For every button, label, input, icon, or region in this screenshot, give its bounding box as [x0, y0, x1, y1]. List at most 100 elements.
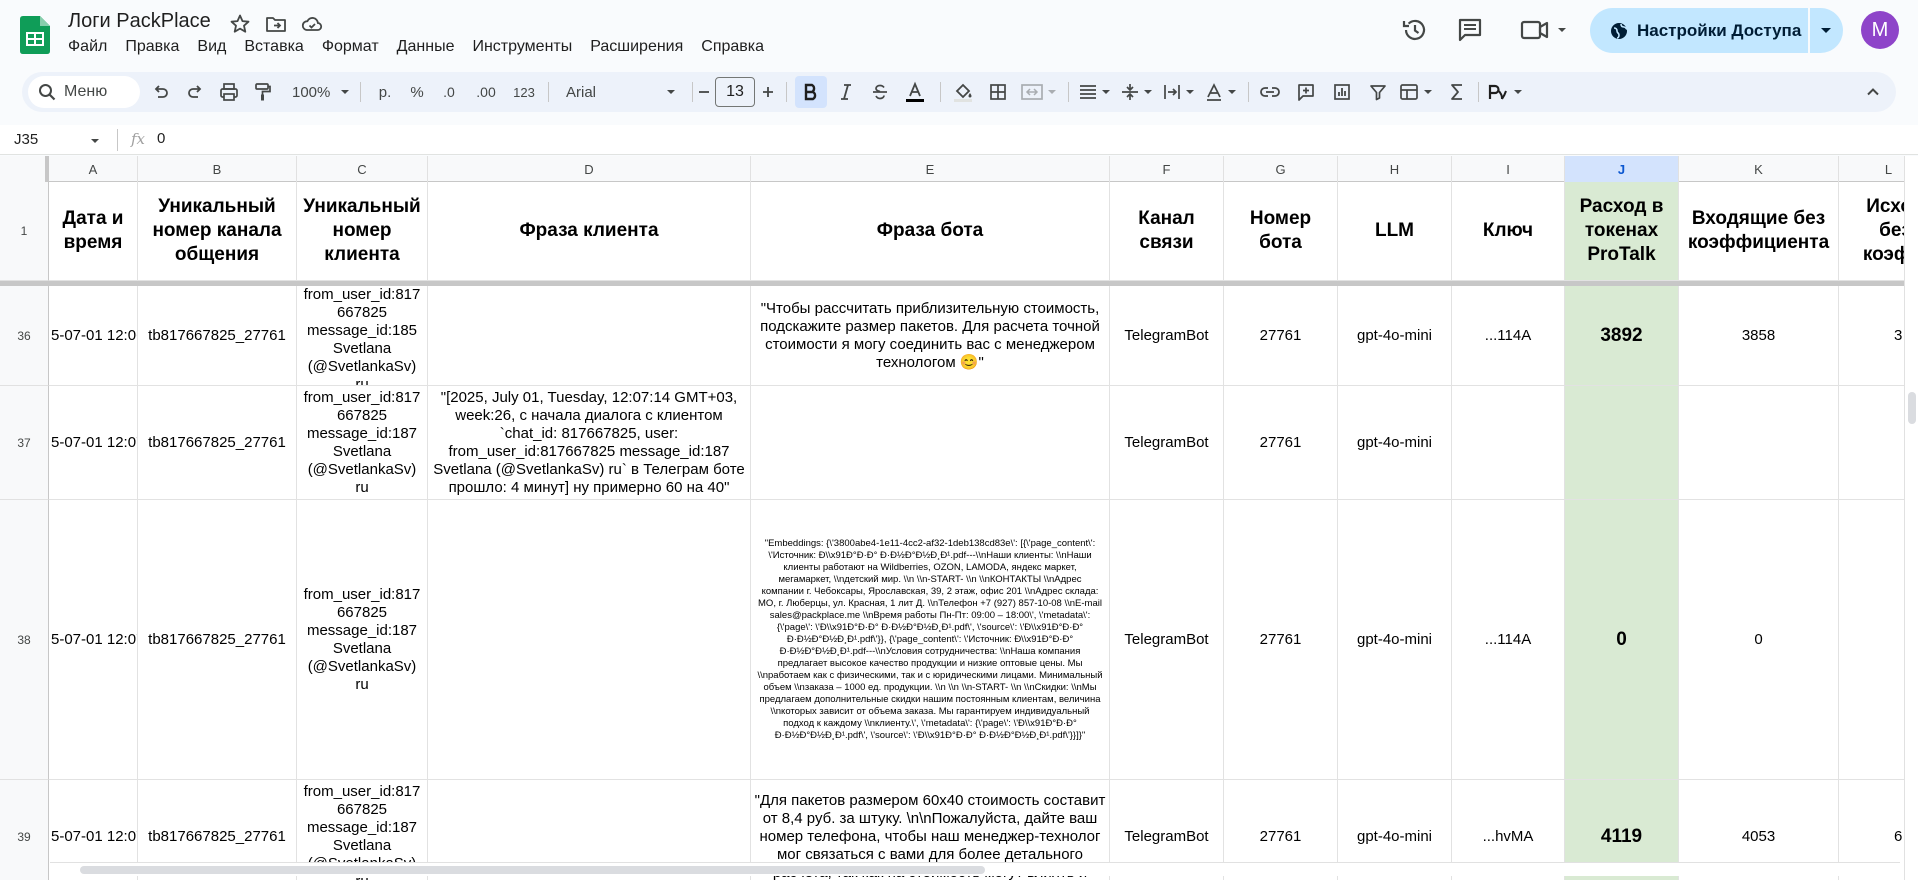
- vertical-scroll-thumb[interactable]: [1908, 392, 1916, 424]
- avatar[interactable]: M: [1861, 11, 1899, 49]
- insert-comment-icon[interactable]: [1290, 76, 1322, 108]
- table-cell[interactable]: tb817667825_27761: [138, 286, 297, 386]
- column-header-a[interactable]: A: [49, 156, 138, 182]
- zoom-select[interactable]: 100%: [286, 76, 352, 108]
- menu-view[interactable]: Вид: [188, 37, 235, 57]
- table-cell[interactable]: from_user_id:817667825 message_id:187 Sv…: [297, 500, 428, 780]
- menu-insert[interactable]: Вставка: [235, 37, 312, 57]
- functions-icon[interactable]: [1442, 76, 1472, 108]
- comments-icon[interactable]: [1455, 15, 1485, 45]
- filter-icon[interactable]: [1362, 76, 1394, 108]
- header-cell-client-phrase[interactable]: Фраза клиента: [428, 182, 751, 281]
- header-cell-bot-phrase[interactable]: Фраза бота: [751, 182, 1110, 281]
- undo-icon[interactable]: [146, 76, 176, 108]
- menu-file[interactable]: Файл: [60, 37, 116, 57]
- share-main[interactable]: Настройки Доступа: [1590, 8, 1808, 53]
- share-dropdown-icon[interactable]: [1818, 22, 1834, 43]
- text-wrapping-icon[interactable]: [1160, 76, 1200, 108]
- table-cell[interactable]: tb817667825_27761: [138, 500, 297, 780]
- spreadsheet-grid[interactable]: A B C D E F G H I J K L 1 Дата и время У…: [0, 156, 1918, 880]
- table-cell[interactable]: gpt-4o-mini: [1338, 386, 1452, 500]
- table-cell[interactable]: gpt-4o-mini: [1338, 286, 1452, 386]
- decrease-decimal-button[interactable]: .0: [432, 76, 466, 108]
- chevron-down-icon[interactable]: [90, 136, 100, 146]
- strikethrough-icon[interactable]: [864, 76, 896, 108]
- table-cell[interactable]: "[2025, July 01, Tuesday, 12:07:14 GMT+0…: [428, 386, 751, 500]
- table-cell[interactable]: [428, 286, 751, 386]
- redo-icon[interactable]: [180, 76, 210, 108]
- row-header[interactable]: 38: [0, 500, 49, 780]
- table-cell[interactable]: 3858: [1679, 286, 1839, 386]
- row-header[interactable]: 39: [0, 780, 49, 880]
- print-icon[interactable]: [214, 76, 244, 108]
- header-cell-channel[interactable]: Канал связи: [1110, 182, 1224, 281]
- row-header[interactable]: 36: [0, 286, 49, 386]
- vertical-scrollbar[interactable]: [1904, 156, 1918, 880]
- table-cell[interactable]: [1452, 386, 1565, 500]
- column-header-g[interactable]: G: [1224, 156, 1338, 182]
- fill-color-icon[interactable]: [946, 76, 980, 108]
- column-header-b[interactable]: B: [138, 156, 297, 182]
- menu-format[interactable]: Формат: [313, 37, 388, 57]
- header-cell-client-id[interactable]: Уникальный номер клиента: [297, 182, 428, 281]
- column-header-k[interactable]: K: [1679, 156, 1839, 182]
- menu-extensions[interactable]: Расширения: [581, 37, 692, 57]
- input-tools-icon[interactable]: [1484, 76, 1532, 108]
- table-cell[interactable]: from_user_id:817667825 message_id:185 Sv…: [297, 286, 428, 386]
- column-header-i[interactable]: I: [1452, 156, 1565, 182]
- table-cell[interactable]: gpt-4o-mini: [1338, 500, 1452, 780]
- font-size-input[interactable]: 13: [715, 77, 755, 107]
- column-header-e[interactable]: E: [751, 156, 1110, 182]
- number-format-button[interactable]: 123: [506, 76, 542, 108]
- table-cell[interactable]: 5-07-01 12:07: [49, 386, 138, 500]
- move-folder-icon[interactable]: [264, 12, 288, 36]
- meet-video-icon[interactable]: [1518, 14, 1574, 46]
- menu-edit[interactable]: Правка: [116, 37, 188, 57]
- table-cell[interactable]: TelegramBot: [1110, 500, 1224, 780]
- table-cell[interactable]: "Чтобы рассчитать приблизительную стоимо…: [751, 286, 1110, 386]
- table-cell[interactable]: 5-07-01 12:07: [49, 500, 138, 780]
- horizontal-align-icon[interactable]: [1076, 76, 1116, 108]
- header-cell-incoming[interactable]: Входящие без коэффициента: [1679, 182, 1839, 281]
- header-cell-channel-id[interactable]: Уникальный номер канала общения: [138, 182, 297, 281]
- table-cell[interactable]: [751, 386, 1110, 500]
- collapse-toolbar-icon[interactable]: [1858, 76, 1888, 108]
- font-size-decrease-icon[interactable]: [694, 76, 714, 108]
- borders-icon[interactable]: [982, 76, 1014, 108]
- menu-help[interactable]: Справка: [692, 37, 773, 57]
- header-cell-tokens[interactable]: Расход в токенах ProTalk: [1565, 182, 1679, 281]
- version-history-icon[interactable]: [1400, 15, 1430, 45]
- column-header-c[interactable]: C: [297, 156, 428, 182]
- font-family-select[interactable]: Arial: [556, 76, 686, 108]
- horizontal-scroll-thumb[interactable]: [80, 866, 985, 874]
- table-cell[interactable]: [428, 500, 751, 780]
- bold-button[interactable]: [795, 76, 827, 108]
- column-header-f[interactable]: F: [1110, 156, 1224, 182]
- insert-chart-icon[interactable]: [1326, 76, 1358, 108]
- menu-tools[interactable]: Инструменты: [463, 37, 581, 57]
- text-color-icon[interactable]: [898, 76, 932, 108]
- star-icon[interactable]: [228, 12, 252, 36]
- italic-icon[interactable]: [830, 76, 862, 108]
- column-header-h[interactable]: H: [1338, 156, 1452, 182]
- percent-format-button[interactable]: %: [402, 76, 432, 108]
- table-cell[interactable]: TelegramBot: [1110, 286, 1224, 386]
- column-header-j[interactable]: J: [1565, 156, 1679, 182]
- header-cell-llm[interactable]: LLM: [1338, 182, 1452, 281]
- vertical-align-icon[interactable]: [1118, 76, 1158, 108]
- text-rotation-icon[interactable]: [1202, 76, 1242, 108]
- menu-data[interactable]: Данные: [388, 37, 464, 57]
- table-cell[interactable]: "Embeddings: {\'3800abe4-1e11-4cc2-af32-…: [751, 500, 1110, 780]
- table-cell[interactable]: 0: [1565, 500, 1679, 780]
- filter-views-icon[interactable]: [1396, 76, 1440, 108]
- table-cell[interactable]: ...114A: [1452, 500, 1565, 780]
- table-cell[interactable]: 27761: [1224, 286, 1338, 386]
- share-button[interactable]: Настройки Доступа: [1590, 8, 1843, 53]
- cloud-status-icon[interactable]: [300, 12, 324, 36]
- table-cell[interactable]: 5-07-01 12:06: [49, 286, 138, 386]
- table-cell[interactable]: 27761: [1224, 386, 1338, 500]
- horizontal-scrollbar[interactable]: [50, 862, 1900, 876]
- document-title[interactable]: Логи PackPlace: [68, 10, 211, 33]
- table-cell[interactable]: tb817667825_27761: [138, 386, 297, 500]
- header-cell-key[interactable]: Ключ: [1452, 182, 1565, 281]
